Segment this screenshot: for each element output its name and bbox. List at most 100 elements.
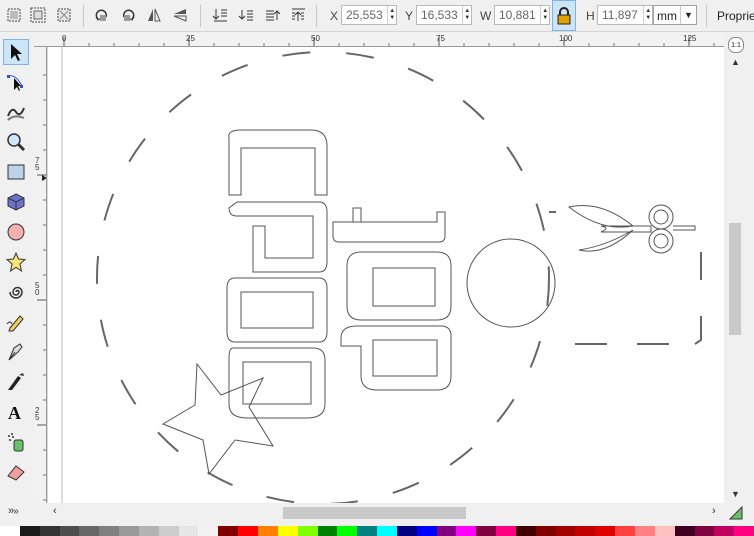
w-spin-arrows[interactable]: ▲ ▼	[540, 6, 549, 24]
palette-swatch[interactable]	[119, 526, 139, 536]
palette-swatch[interactable]	[138, 526, 159, 536]
palette-swatch[interactable]	[377, 526, 397, 536]
palette-swatch[interactable]	[714, 526, 735, 536]
palette-swatch[interactable]	[19, 526, 40, 536]
ruler-tick-label: 25	[186, 34, 195, 43]
palette-swatch[interactable]	[59, 526, 80, 536]
y-field[interactable]: ▲▼	[416, 5, 472, 25]
select-all-icon[interactable]	[4, 5, 24, 25]
palette-swatch[interactable]	[575, 526, 596, 536]
scroll-up-icon[interactable]: ▲	[731, 57, 740, 67]
y-input[interactable]	[417, 6, 463, 24]
palette-swatch[interactable]	[476, 526, 497, 536]
spray-tool-icon[interactable]	[3, 429, 29, 455]
node-tool-icon[interactable]	[3, 69, 29, 95]
palette-swatch[interactable]	[436, 526, 457, 536]
spiral-tool-icon[interactable]	[3, 279, 29, 305]
palette-swatch[interactable]	[555, 526, 576, 536]
h-spin-arrows[interactable]: ▲ ▼	[643, 6, 652, 24]
chevron-down-icon[interactable]: ▼	[680, 6, 696, 24]
star-shape	[161, 362, 274, 476]
w-label: W	[480, 9, 492, 23]
rotate-ccw-icon[interactable]	[92, 5, 112, 25]
x-spin-arrows[interactable]: ▲ ▼	[387, 6, 396, 24]
vertical-scrollbar[interactable]: 1:1 ▲ ▼	[724, 33, 754, 503]
palette-swatch[interactable]	[496, 526, 516, 536]
x-input[interactable]	[342, 6, 388, 24]
scroll-thumb[interactable]	[283, 507, 466, 519]
rectangle-tool-icon[interactable]	[3, 159, 29, 185]
scroll-left-icon[interactable]: ‹	[53, 505, 57, 517]
pencil-tool-icon[interactable]	[3, 309, 29, 335]
palette-swatch[interactable]	[416, 526, 437, 536]
palette-swatch[interactable]	[79, 526, 100, 536]
palette-swatch[interactable]	[535, 526, 556, 536]
palette-swatch[interactable]	[39, 526, 60, 536]
pen-tool-icon[interactable]	[3, 339, 29, 365]
toolbox-more-icon[interactable]: »	[3, 503, 29, 519]
horizontal-scrollbar[interactable]: ‹ ›	[47, 503, 724, 523]
x-field[interactable]: ▲▼	[341, 5, 397, 25]
scissors-shape	[567, 204, 696, 254]
drawing-canvas[interactable]	[47, 47, 724, 503]
lower-to-bottom-icon[interactable]	[210, 5, 230, 25]
select-all-in-all-layers-icon[interactable]	[28, 5, 48, 25]
h-input[interactable]	[598, 6, 644, 24]
h-field[interactable]: ▲▼	[597, 5, 653, 25]
unit-select[interactable]: mm ▼	[653, 5, 697, 25]
palette-swatch[interactable]	[734, 526, 754, 536]
palette-swatch[interactable]	[357, 526, 378, 536]
palette-swatch[interactable]	[158, 526, 179, 536]
palette-swatch[interactable]	[654, 526, 675, 536]
palette-swatch[interactable]	[615, 526, 635, 536]
text-tool-icon[interactable]: A	[3, 399, 29, 425]
calligraphy-tool-icon[interactable]	[3, 369, 29, 395]
rotate-cw-icon[interactable]	[118, 5, 138, 25]
w-field[interactable]: ▲▼	[494, 5, 550, 25]
palette-swatch[interactable]	[396, 526, 417, 536]
palette-swatch[interactable]	[317, 526, 338, 536]
palette-swatch[interactable]	[456, 526, 477, 536]
lower-icon[interactable]	[236, 5, 256, 25]
zoom-tool-icon[interactable]	[3, 129, 29, 155]
ruler-tick-label: 75	[35, 156, 40, 172]
palette-swatch[interactable]	[297, 526, 318, 536]
palette-swatch[interactable]	[515, 526, 536, 536]
scroll-down-icon[interactable]: ▼	[731, 489, 740, 499]
raise-to-top-icon[interactable]	[288, 5, 308, 25]
eraser-tool-icon[interactable]	[3, 459, 29, 485]
palette-swatch[interactable]	[337, 526, 358, 536]
flip-vertical-icon[interactable]	[170, 5, 190, 25]
raise-icon[interactable]	[262, 5, 282, 25]
toolbar-overflow[interactable]: »	[8, 505, 14, 517]
palette-swatch[interactable]	[0, 526, 20, 536]
flip-horizontal-icon[interactable]	[144, 5, 164, 25]
palette-swatch[interactable]	[178, 526, 199, 536]
palette-swatch[interactable]	[238, 526, 258, 536]
palette-swatch[interactable]	[674, 526, 695, 536]
scroll-thumb[interactable]	[729, 223, 741, 335]
y-spin-arrows[interactable]: ▲ ▼	[462, 6, 471, 24]
palette-swatch[interactable]	[635, 526, 655, 536]
palette-swatch[interactable]	[694, 526, 715, 536]
palette-swatch[interactable]	[257, 526, 278, 536]
palette-swatch[interactable]	[198, 526, 219, 536]
deselect-icon[interactable]	[54, 5, 74, 25]
scroll-right-icon[interactable]: ›	[712, 505, 716, 517]
3d-box-tool-icon[interactable]	[3, 189, 29, 215]
tweak-tool-icon[interactable]	[3, 99, 29, 125]
properties-label[interactable]: Proprie	[717, 9, 754, 23]
open-text-outline	[226, 129, 328, 419]
palette-swatch[interactable]	[595, 526, 616, 536]
palette-swatch[interactable]	[99, 526, 120, 536]
palette-swatch[interactable]	[218, 526, 239, 536]
w-input[interactable]	[495, 6, 541, 24]
selector-tool-icon[interactable]	[3, 39, 29, 65]
lock-icon[interactable]	[552, 0, 576, 31]
palette-swatch[interactable]	[277, 526, 298, 536]
x-label: X	[330, 9, 339, 23]
canvas-corner-icon[interactable]	[728, 505, 744, 521]
star-tool-icon[interactable]	[3, 249, 29, 275]
zoom-icon[interactable]: 1:1	[728, 37, 744, 53]
ellipse-tool-icon[interactable]	[3, 219, 29, 245]
